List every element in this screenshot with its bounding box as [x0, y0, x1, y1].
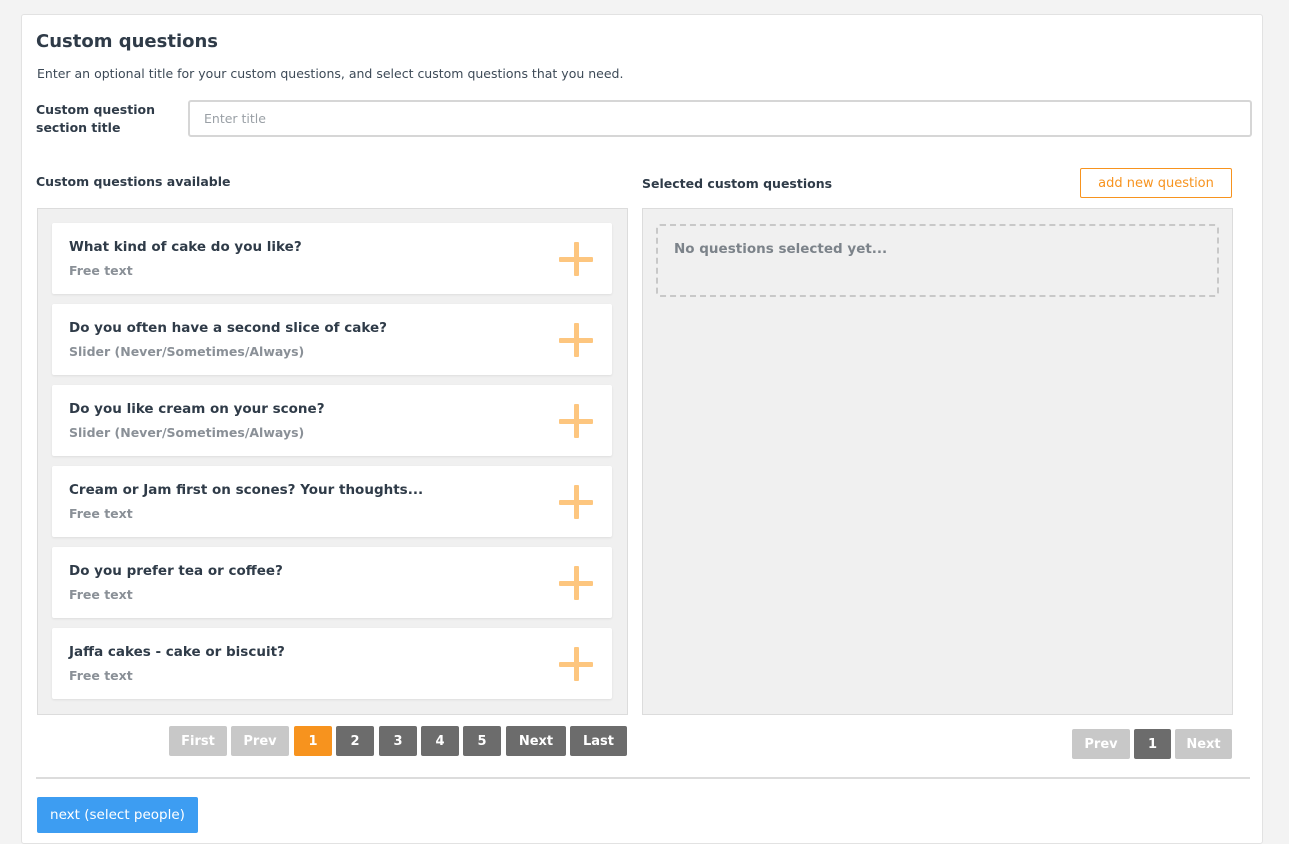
question-card[interactable]: Do you often have a second slice of cake…	[52, 304, 612, 375]
available-questions-label: Custom questions available	[36, 174, 231, 189]
custom-questions-card: Custom questions Enter an optional title…	[21, 14, 1263, 844]
plus-icon[interactable]	[559, 566, 593, 600]
selected-questions-panel: No questions selected yet...	[642, 208, 1233, 715]
pagination-page-3[interactable]: 3	[379, 726, 417, 756]
question-type: Free text	[69, 506, 133, 521]
plus-icon[interactable]	[559, 485, 593, 519]
section-title-label: Custom question section title	[36, 102, 155, 135]
plus-icon[interactable]	[559, 647, 593, 681]
pagination-page-2[interactable]: 2	[336, 726, 374, 756]
pagination-prev-button[interactable]: Prev	[231, 726, 289, 756]
question-title: Do you prefer tea or coffee?	[69, 563, 283, 579]
question-type: Free text	[69, 668, 133, 683]
plus-icon[interactable]	[559, 404, 593, 438]
empty-selection-dropzone[interactable]: No questions selected yet...	[656, 224, 1219, 297]
question-title: Do you often have a second slice of cake…	[69, 320, 387, 336]
selected-pagination-page-1[interactable]: 1	[1134, 729, 1171, 759]
page-title: Custom questions	[36, 31, 219, 52]
selected-pagination-prev-button[interactable]: Prev	[1072, 729, 1130, 759]
next-select-people-button[interactable]: next (select people)	[37, 797, 198, 833]
pagination-page-5[interactable]: 5	[463, 726, 501, 756]
pagination-next-button[interactable]: Next	[506, 726, 566, 756]
pagination-last-button[interactable]: Last	[570, 726, 627, 756]
question-title: What kind of cake do you like?	[69, 239, 302, 255]
pagination-page-1[interactable]: 1	[294, 726, 332, 756]
add-new-question-button[interactable]: add new question	[1080, 168, 1232, 198]
available-questions-panel: What kind of cake do you like? Free text…	[37, 208, 628, 715]
question-card[interactable]: Do you like cream on your scone? Slider …	[52, 385, 612, 456]
question-card[interactable]: Do you prefer tea or coffee? Free text	[52, 547, 612, 618]
question-type: Slider (Never/Sometimes/Always)	[69, 344, 305, 359]
plus-icon[interactable]	[559, 323, 593, 357]
section-title-input[interactable]	[188, 100, 1252, 137]
question-type: Free text	[69, 263, 133, 278]
pagination-page-4[interactable]: 4	[421, 726, 459, 756]
question-title: Cream or Jam first on scones? Your thoug…	[69, 482, 424, 498]
question-type: Free text	[69, 587, 133, 602]
selected-pagination-next-button[interactable]: Next	[1175, 729, 1232, 759]
question-card[interactable]: Jaffa cakes - cake or biscuit? Free text	[52, 628, 612, 699]
question-card[interactable]: What kind of cake do you like? Free text	[52, 223, 612, 294]
divider	[36, 777, 1250, 779]
empty-selection-message: No questions selected yet...	[674, 241, 888, 257]
pagination-first-button[interactable]: First	[169, 726, 227, 756]
question-type: Slider (Never/Sometimes/Always)	[69, 425, 305, 440]
selected-questions-label: Selected custom questions	[642, 176, 833, 191]
question-title: Do you like cream on your scone?	[69, 401, 325, 417]
question-title: Jaffa cakes - cake or biscuit?	[69, 644, 285, 660]
question-card[interactable]: Cream or Jam first on scones? Your thoug…	[52, 466, 612, 537]
section-description: Enter an optional title for your custom …	[37, 66, 624, 81]
plus-icon[interactable]	[559, 242, 593, 276]
